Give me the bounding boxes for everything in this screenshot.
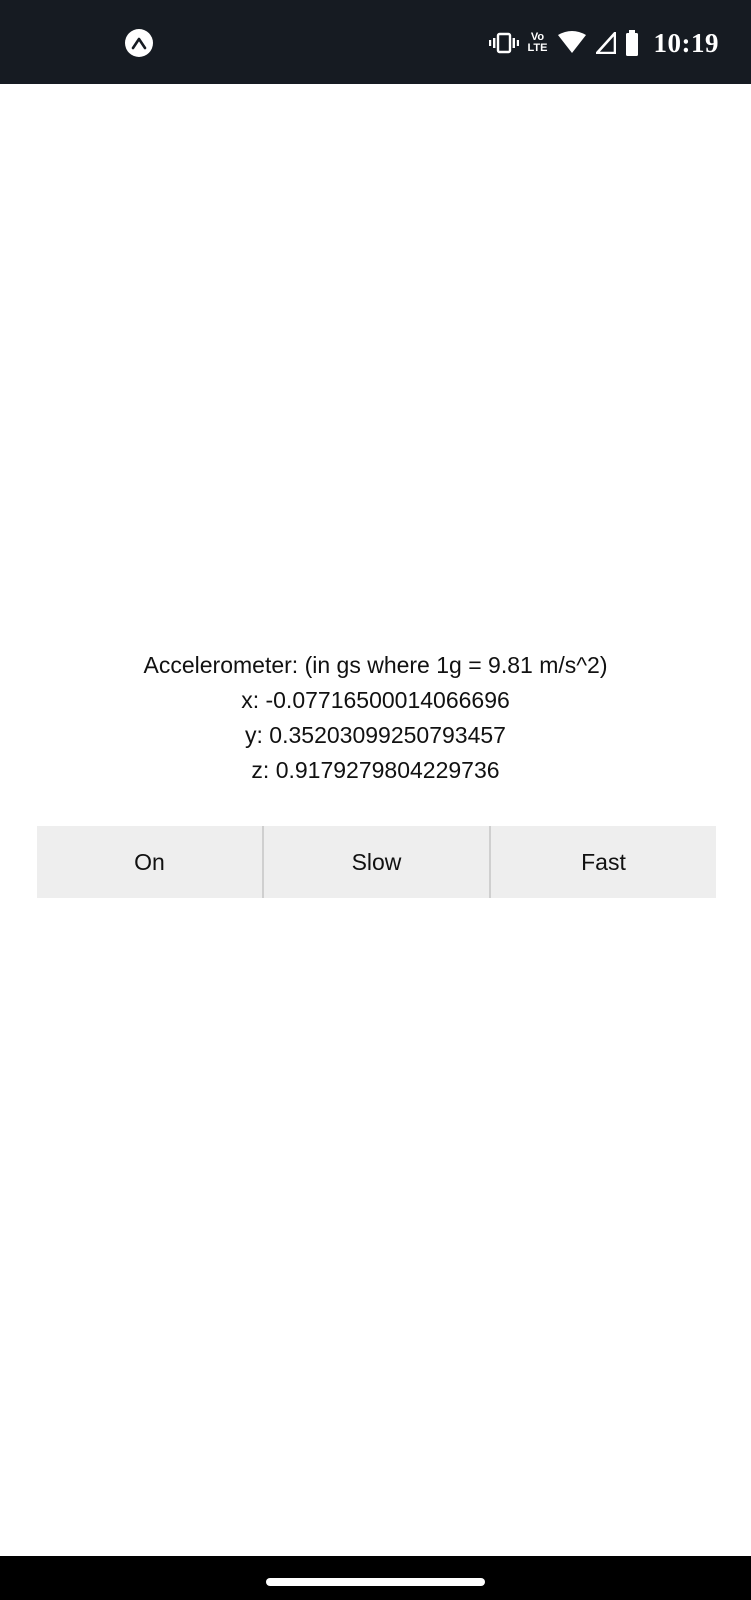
accelerometer-x: x: -0.07716500014066696 bbox=[241, 687, 510, 713]
status-icons: Vo LTE 10:19 bbox=[488, 22, 719, 64]
app-screen: Vo LTE 10:19 Accelerometer: (in gs where… bbox=[0, 0, 751, 1600]
home-gesture-handle[interactable] bbox=[266, 1578, 485, 1586]
wifi-icon bbox=[557, 31, 587, 55]
battery-icon bbox=[625, 30, 639, 56]
cell-signal-icon bbox=[595, 32, 616, 54]
accelerometer-y: y: 0.35203099250793457 bbox=[245, 722, 506, 748]
fast-button[interactable]: Fast bbox=[491, 826, 716, 898]
on-button[interactable]: On bbox=[37, 826, 262, 898]
vibrate-icon bbox=[488, 32, 519, 54]
accelerometer-readout: Accelerometer: (in gs where 1g = 9.81 m/… bbox=[0, 648, 751, 788]
accelerometer-title: Accelerometer: (in gs where 1g = 9.81 m/… bbox=[143, 652, 608, 678]
volte-bottom-label: LTE bbox=[527, 42, 548, 54]
mode-button-row: On Slow Fast bbox=[37, 826, 716, 898]
slow-button[interactable]: Slow bbox=[264, 826, 489, 898]
expo-icon bbox=[125, 29, 153, 57]
volte-icon: Vo LTE bbox=[528, 32, 548, 54]
status-time: 10:19 bbox=[653, 27, 719, 58]
status-bar: Vo LTE 10:19 bbox=[0, 0, 751, 84]
accelerometer-z: z: 0.9179279804229736 bbox=[251, 757, 500, 783]
